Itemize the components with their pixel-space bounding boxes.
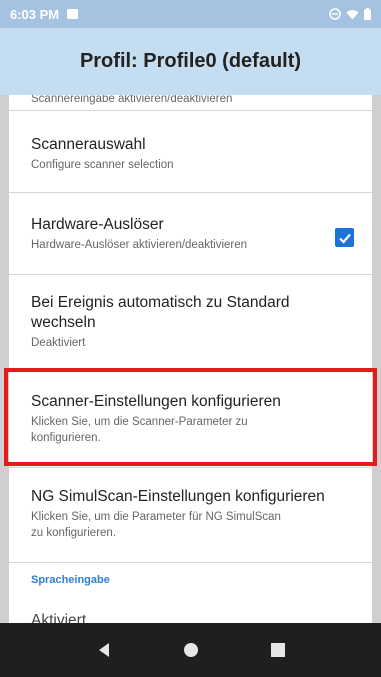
list-item-title: Scanner-Einstellungen konfigurieren: [31, 393, 281, 410]
settings-list: Scannereingabe aktivieren/deaktivieren S…: [9, 95, 372, 623]
page-title: Profil: Profile0 (default): [79, 50, 302, 72]
list-item-title: Scannerauswahl: [31, 136, 146, 153]
status-time: 6:03 PM: [10, 6, 60, 22]
recents-button[interactable]: [258, 630, 298, 670]
checkmark-icon: [338, 233, 351, 244]
list-item-scanner-selection[interactable]: Scannerauswahl Configure scanner selecti…: [9, 135, 372, 173]
list-item-title-line2: wechseln: [31, 314, 96, 331]
list-item-hardware-trigger[interactable]: Hardware-Auslöser Hardware-Auslöser akti…: [9, 215, 372, 253]
list-item-title-line1: Bei Ereignis automatisch zu Standard: [31, 294, 290, 311]
divider: [9, 562, 372, 563]
list-item-subtitle-line1: Klicken Sie, um die Parameter für NG Sim…: [31, 511, 281, 523]
list-item-voice-input-enabled[interactable]: Aktiviert: [9, 611, 372, 623]
section-header-voice-input: Spracheingabe: [31, 574, 110, 586]
list-item-title: Hardware-Auslöser: [31, 216, 164, 233]
divider: [9, 274, 372, 275]
app-bar: Profil: Profile0 (default): [0, 28, 381, 95]
battery-icon: [364, 8, 371, 20]
wifi-icon: [346, 9, 359, 19]
list-item-title: NG SimulScan-Einstellungen konfigurieren: [31, 488, 325, 505]
divider: [9, 370, 372, 371]
back-button[interactable]: [84, 630, 124, 670]
notification-icon: [67, 9, 79, 19]
list-item-subtitle: Hardware-Auslöser aktivieren/deaktiviere…: [31, 239, 248, 251]
hardware-trigger-checkbox[interactable]: [335, 228, 354, 247]
list-item-subtitle: Deaktiviert: [31, 337, 86, 349]
divider: [9, 192, 372, 193]
divider: [9, 467, 372, 468]
navigation-bar: [0, 623, 381, 677]
back-icon: [98, 643, 109, 657]
home-button[interactable]: [171, 630, 211, 670]
recents-icon: [270, 643, 285, 657]
list-item-configure-ng-simulscan[interactable]: NG SimulScan-Einstellungen konfigurieren…: [9, 487, 372, 541]
list-item-subtitle-line2: zu konfigurieren.: [31, 527, 117, 539]
list-item-scanner-input[interactable]: Scannereingabe aktivieren/deaktivieren: [9, 95, 372, 107]
list-item-subtitle-line2: konfigurieren.: [31, 432, 101, 444]
list-item-subtitle-line1: Klicken Sie, um die Scanner-Parameter zu: [31, 416, 248, 428]
do-not-disturb-icon: [329, 8, 341, 20]
list-item-subtitle: Scannereingabe aktivieren/deaktivieren: [31, 95, 233, 105]
status-bar: 6:03 PM: [0, 0, 381, 28]
list-item-configure-scanner-settings[interactable]: Scanner-Einstellungen konfigurieren Klic…: [9, 392, 372, 446]
divider: [9, 110, 372, 111]
list-item-title: Aktiviert: [31, 612, 87, 623]
list-item-subtitle: Configure scanner selection: [31, 159, 174, 171]
list-item-auto-switch-default[interactable]: Bei Ereignis automatisch zu Standard wec…: [9, 293, 372, 351]
home-icon: [183, 643, 198, 657]
